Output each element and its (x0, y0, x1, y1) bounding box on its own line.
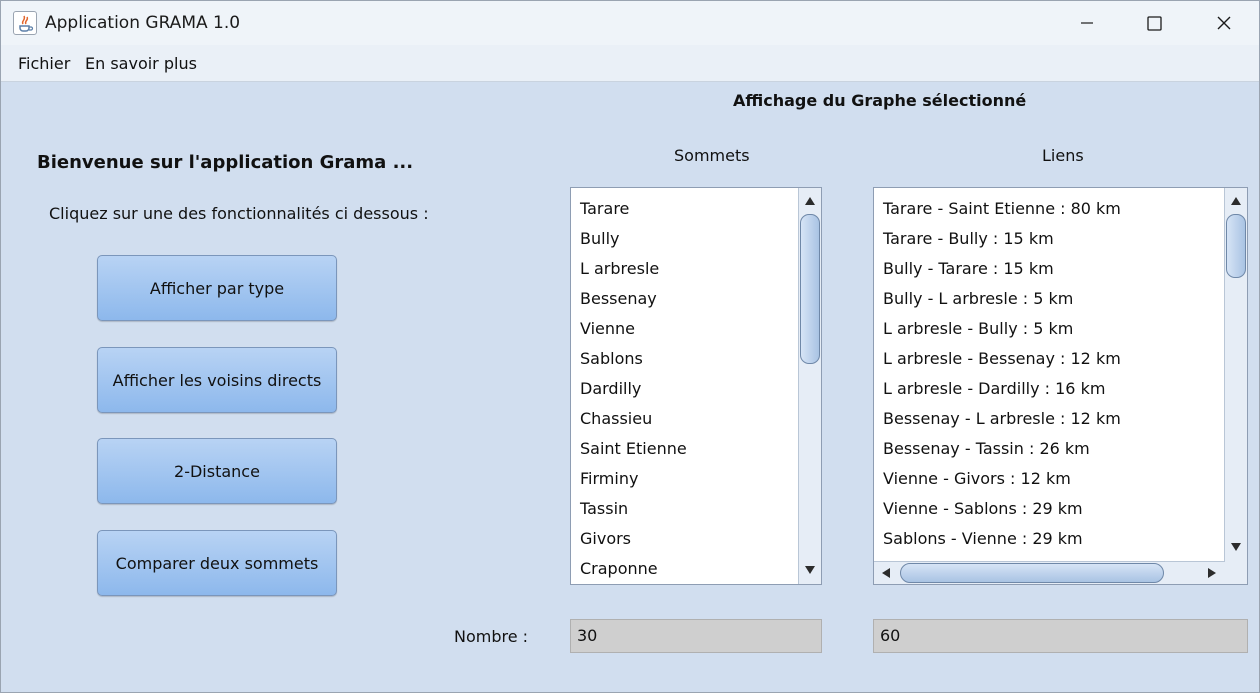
welcome-heading: Bienvenue sur l'application Grama ... (37, 152, 414, 173)
scroll-left-arrow-icon[interactable] (881, 567, 891, 579)
list-item[interactable]: Bessenay (571, 284, 687, 314)
comparer-deux-sommets-button[interactable]: Comparer deux sommets (97, 530, 337, 596)
list-item[interactable]: L arbresle (571, 254, 687, 284)
close-button[interactable] (1189, 1, 1257, 45)
list-item[interactable]: Firminy (571, 464, 687, 494)
liens-vertical-scrollbar[interactable] (1224, 188, 1247, 562)
scroll-thumb[interactable] (800, 214, 820, 364)
minimize-button[interactable] (1053, 1, 1121, 45)
list-item[interactable]: Givors (571, 524, 687, 554)
scroll-down-arrow-icon[interactable] (1230, 542, 1242, 552)
sommets-list[interactable]: Tarare Bully L arbresle Bessenay Vienne Sablo… (570, 187, 822, 585)
maximize-icon (1147, 16, 1162, 31)
java-app-icon (13, 11, 37, 35)
menu-bar: Fichier En savoir plus (1, 45, 1259, 82)
list-item[interactable]: Tarare - Bully : 15 km (874, 224, 1121, 254)
sommets-vertical-scrollbar[interactable] (798, 188, 821, 584)
list-item[interactable]: L arbresle - Dardilly : 16 km (874, 374, 1121, 404)
menu-en-savoir-plus[interactable]: En savoir plus (85, 54, 197, 73)
list-item[interactable]: Sablons - Vienne : 29 km (874, 524, 1121, 554)
close-icon (1217, 16, 1231, 30)
list-item[interactable]: Bessenay - Tassin : 26 km (874, 434, 1121, 464)
list-item[interactable]: Chassieu (571, 404, 687, 434)
maximize-button[interactable] (1121, 1, 1189, 45)
graph-heading: Affichage du Graphe sélectionné (733, 91, 1027, 110)
afficher-voisins-directs-button[interactable]: Afficher les voisins directs (97, 347, 337, 413)
button-label: Afficher par type (149, 278, 285, 298)
button-label: 2-Distance (174, 461, 260, 481)
menu-fichier[interactable]: Fichier (18, 54, 70, 73)
list-item[interactable]: Tarare (571, 194, 687, 224)
liens-horizontal-scrollbar[interactable] (874, 561, 1225, 584)
scroll-corner (1225, 562, 1247, 584)
instruction-text: Cliquez sur une des fonctionnalités ci d… (49, 204, 429, 223)
list-item[interactable]: Craponne (571, 554, 687, 584)
sommets-count-field: 30 (570, 619, 822, 653)
list-item[interactable]: Vienne - Givors : 12 km (874, 464, 1121, 494)
list-item[interactable]: Saint Etienne (571, 434, 687, 464)
title-bar: Application GRAMA 1.0 (1, 1, 1259, 45)
list-item[interactable]: Dardilly (571, 374, 687, 404)
button-label: Comparer deux sommets (115, 553, 319, 573)
app-window: Application GRAMA 1.0 Fichier En savoir … (0, 0, 1260, 693)
liens-list[interactable]: Tarare - Saint Etienne : 80 km Tarare - B… (873, 187, 1248, 585)
afficher-par-type-button[interactable]: Afficher par type (97, 255, 337, 321)
sommets-label: Sommets (674, 146, 750, 165)
sommets-items: Tarare Bully L arbresle Bessenay Vienne Sablo… (571, 194, 687, 584)
scroll-up-arrow-icon[interactable] (1230, 196, 1242, 206)
list-item[interactable]: Tassin (571, 494, 687, 524)
list-item[interactable]: Bessenay - L arbresle : 12 km (874, 404, 1121, 434)
list-item[interactable]: Sablons (571, 344, 687, 374)
list-item[interactable]: L arbresle - Bully : 5 km (874, 314, 1121, 344)
scroll-right-arrow-icon[interactable] (1207, 567, 1217, 579)
liens-items: Tarare - Saint Etienne : 80 km Tarare - B… (874, 194, 1121, 584)
liens-label: Liens (1042, 146, 1084, 165)
main-panel: Affichage du Graphe sélectionné Bienvenu… (1, 82, 1259, 692)
list-item[interactable]: Bully - Tarare : 15 km (874, 254, 1121, 284)
liens-count-field: 60 (873, 619, 1248, 653)
scroll-up-arrow-icon[interactable] (804, 196, 816, 206)
list-item[interactable]: Vienne (571, 314, 687, 344)
two-distance-button[interactable]: 2-Distance (97, 438, 337, 504)
nombre-label: Nombre : (454, 627, 529, 646)
scroll-thumb[interactable] (1226, 214, 1246, 278)
window-title: Application GRAMA 1.0 (45, 13, 241, 33)
scroll-down-arrow-icon[interactable] (804, 565, 816, 575)
minimize-icon (1081, 22, 1093, 24)
list-item[interactable]: Vienne - Sablons : 29 km (874, 494, 1121, 524)
button-label: Afficher les voisins directs (112, 370, 322, 390)
list-item[interactable]: Tarare - Saint Etienne : 80 km (874, 194, 1121, 224)
list-item[interactable]: Bully (571, 224, 687, 254)
list-item[interactable]: Bully - L arbresle : 5 km (874, 284, 1121, 314)
scroll-thumb[interactable] (900, 563, 1164, 583)
list-item[interactable]: L arbresle - Bessenay : 12 km (874, 344, 1121, 374)
